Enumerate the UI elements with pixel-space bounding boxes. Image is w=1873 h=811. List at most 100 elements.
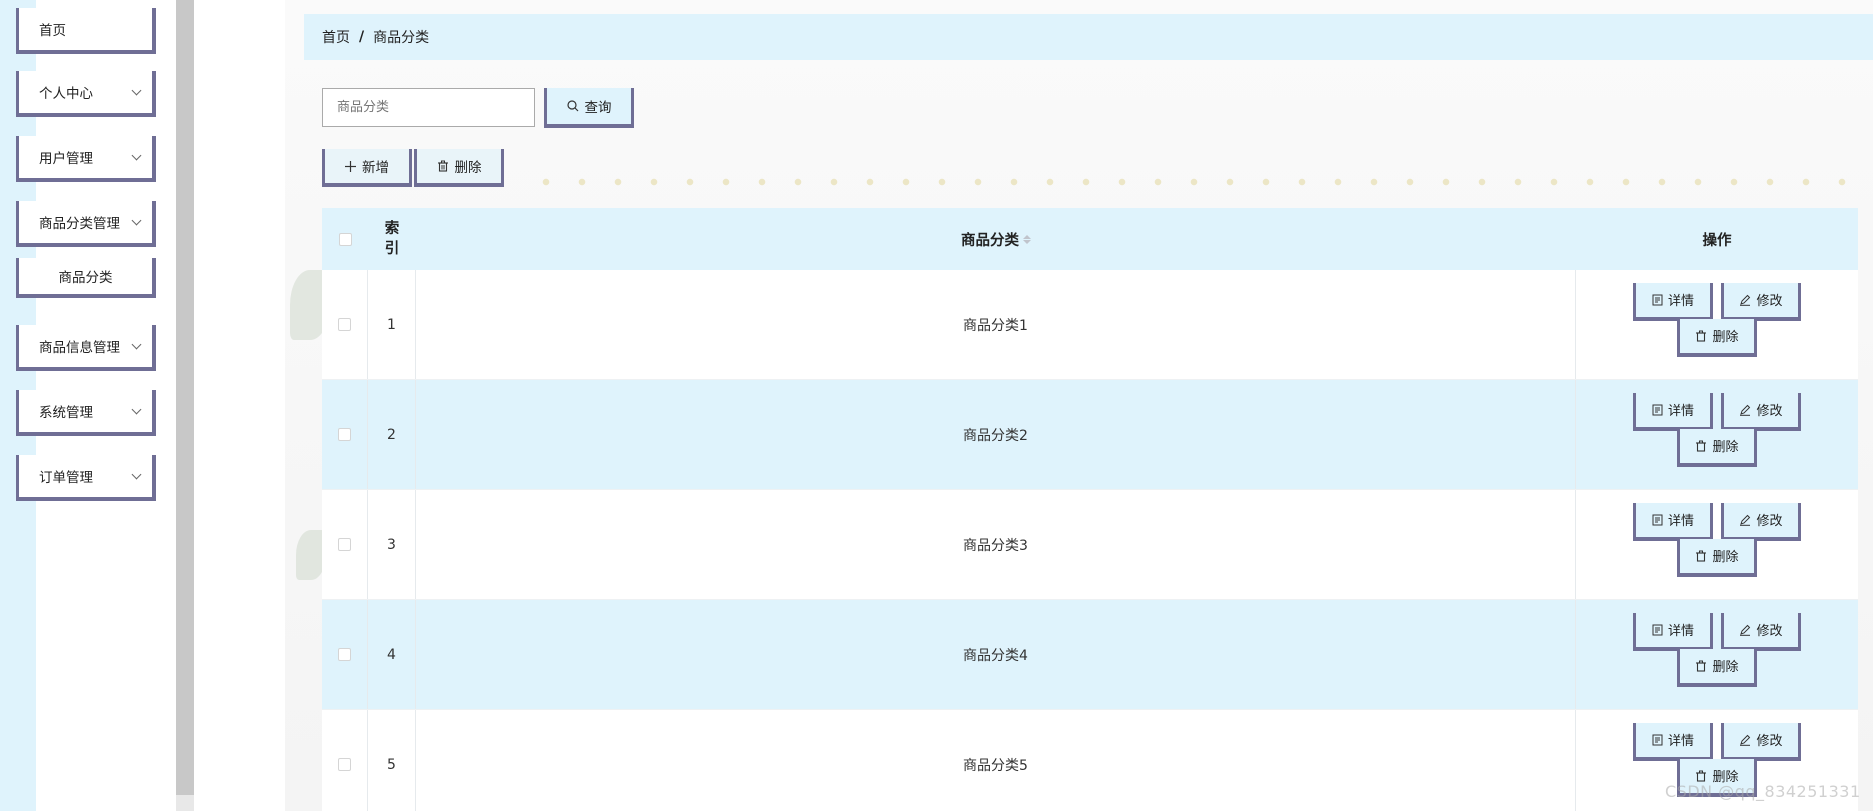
detail-button-label: 详情 [1667,294,1694,309]
sidebar-item-label: 订单管理 [39,470,93,486]
row-checkbox[interactable] [338,318,351,331]
delete-button[interactable]: 删除 [1677,428,1757,467]
sidebar-scrollbar[interactable] [176,0,194,795]
select-all-checkbox[interactable] [338,232,352,246]
breadcrumb-separator: / [359,29,365,45]
pencil-icon [1739,624,1751,636]
sidebar-item-label: 用户管理 [39,151,93,167]
document-icon [1652,514,1663,526]
detail-button-label: 详情 [1667,404,1694,419]
sidebar-item-label: 商品信息管理 [39,340,120,356]
pencil-icon [1739,294,1751,306]
row-checkbox[interactable] [338,428,351,441]
header-ops: 操作 [1576,208,1858,270]
trash-icon [1695,660,1707,672]
table-header: 索引 商品分类 操作 [322,208,1858,270]
row-checkbox-cell [322,380,368,489]
edit-button[interactable]: 修改 [1721,612,1801,651]
header-index: 索引 [368,208,416,270]
delete-button-label: 删除 [1712,330,1739,345]
batch-delete-button[interactable]: 删除 [414,149,504,187]
edit-button[interactable]: 修改 [1721,722,1801,761]
detail-button-label: 详情 [1667,734,1694,749]
row-name: 商品分类5 [416,710,1576,811]
sidebar-item-orders[interactable]: 订单管理 [16,455,156,501]
delete-button[interactable]: 删除 [1677,538,1757,577]
chevron-down-icon [131,150,142,161]
edit-button[interactable]: 修改 [1721,282,1801,321]
row-name: 商品分类4 [416,600,1576,709]
delete-button[interactable]: 删除 [1677,648,1757,687]
sidebar-item-home[interactable]: 首页 [16,8,156,54]
trash-icon [1695,770,1707,782]
row-checkbox[interactable] [338,758,351,771]
sidebar-item-profile[interactable]: 个人中心 [16,71,156,117]
detail-button[interactable]: 详情 [1633,282,1713,321]
sidebar-item-label: 首页 [39,23,66,39]
header-ops-label: 操作 [1702,232,1732,249]
chevron-down-icon [131,215,142,226]
sidebar-item-label: 个人中心 [39,86,93,102]
sort-icon[interactable] [1023,234,1031,244]
pencil-icon [1739,734,1751,746]
row-ops: 详情 修改 删除 [1576,380,1858,489]
row-name: 商品分类2 [416,380,1576,489]
row-name: 商品分类1 [416,270,1576,379]
document-icon [1652,404,1663,416]
header-name[interactable]: 商品分类 [416,208,1576,270]
table-row: 3 商品分类3 详情 修改 删除 [322,490,1858,600]
row-checkbox-cell [322,270,368,379]
decorative-dots [528,178,1873,186]
sidebar-item-system[interactable]: 系统管理 [16,390,156,436]
trash-icon [1695,440,1707,452]
add-button[interactable]: 新增 [322,149,412,187]
search-button[interactable]: 查询 [544,88,634,128]
row-name: 商品分类3 [416,490,1576,599]
detail-button[interactable]: 详情 [1633,392,1713,431]
row-checkbox[interactable] [338,538,351,551]
row-index: 5 [368,710,416,811]
sidebar-subitem-label: 商品分类 [58,270,113,286]
row-checkbox-cell [322,490,368,599]
row-index: 3 [368,490,416,599]
sidebar-subitem-category[interactable]: 商品分类 [16,258,156,298]
edit-button[interactable]: 修改 [1721,392,1801,431]
delete-button-label: 删除 [1712,440,1739,455]
row-checkbox[interactable] [338,648,351,661]
delete-button-label: 删除 [1712,550,1739,565]
pencil-icon [1739,514,1751,526]
sidebar-item-product-mgmt[interactable]: 商品信息管理 [16,325,156,371]
detail-button[interactable]: 详情 [1633,722,1713,761]
document-icon [1652,294,1663,306]
sidebar-item-category-mgmt[interactable]: 商品分类管理 [16,201,156,247]
row-ops: 详情 修改 删除 [1576,270,1858,379]
trash-icon [1695,330,1707,342]
delete-button[interactable]: 删除 [1677,318,1757,357]
trash-icon [1695,550,1707,562]
delete-button-label: 删除 [1712,660,1739,675]
detail-button-label: 详情 [1667,624,1694,639]
sidebar-scrollbar-track [176,795,194,811]
chevron-down-icon [131,404,142,415]
edit-button-label: 修改 [1756,404,1783,419]
detail-button[interactable]: 详情 [1633,612,1713,651]
add-button-label: 新增 [362,160,389,176]
breadcrumb-home[interactable]: 首页 [322,27,350,47]
watermark: CSDN @qq_834251331 [1665,782,1861,801]
search-input[interactable] [322,88,535,127]
document-icon [1652,734,1663,746]
pencil-icon [1739,404,1751,416]
row-index: 1 [368,270,416,379]
detail-button[interactable]: 详情 [1633,502,1713,541]
table-row: 2 商品分类2 详情 修改 删除 [322,380,1858,490]
edit-button[interactable]: 修改 [1721,502,1801,541]
row-ops: 详情 修改 删除 [1576,490,1858,599]
sidebar-item-label: 商品分类管理 [39,216,120,232]
header-name-label: 商品分类 [961,232,1019,249]
breadcrumb-current: 商品分类 [373,30,430,46]
batch-delete-button-label: 删除 [454,160,482,176]
sidebar-item-users[interactable]: 用户管理 [16,136,156,182]
category-table: 索引 商品分类 操作 1 商品分类1 详情 修改 删除 2 商品分类2 详情 修… [322,208,1858,811]
edit-button-label: 修改 [1756,734,1783,749]
document-icon [1652,624,1663,636]
